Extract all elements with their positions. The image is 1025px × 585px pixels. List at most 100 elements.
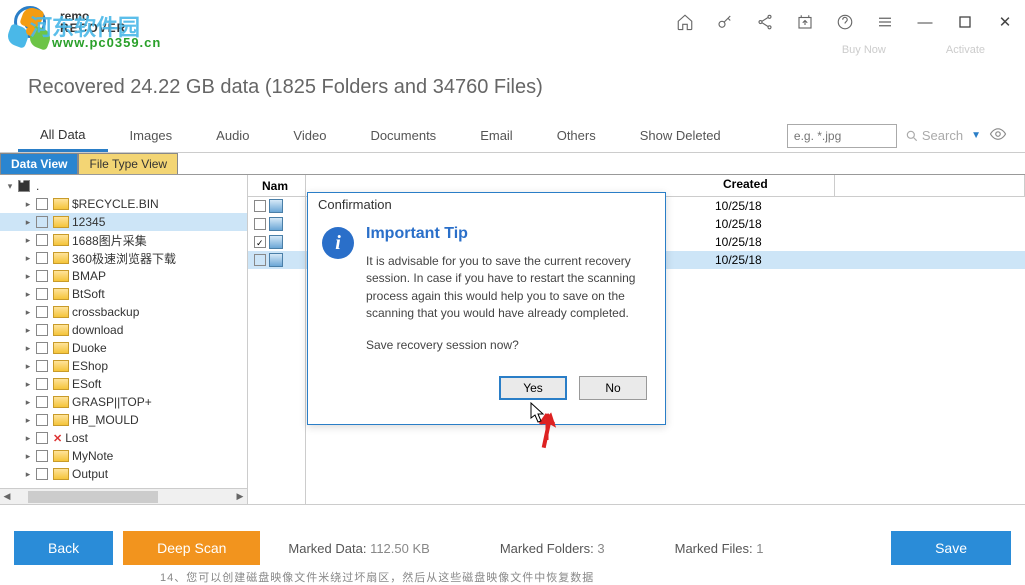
folder-icon — [53, 342, 69, 354]
checkbox-icon[interactable] — [36, 468, 48, 480]
file-icon — [269, 253, 283, 267]
tree-item-label: BtSoft — [72, 287, 105, 301]
update-icon[interactable] — [785, 2, 825, 42]
checkbox-icon[interactable] — [36, 216, 48, 228]
tree-item[interactable]: ▸HB_MOULD — [0, 411, 247, 429]
name-column-header[interactable]: Nam — [248, 175, 305, 197]
tree-item[interactable]: ▸GRASP||TOP+ — [0, 393, 247, 411]
created-column-header[interactable]: Created — [715, 175, 835, 196]
search-label: Search — [922, 128, 963, 143]
tab-images[interactable]: Images — [108, 119, 195, 152]
cursor-icon — [530, 402, 546, 427]
help-icon[interactable] — [825, 2, 865, 42]
folder-icon — [53, 198, 69, 210]
tree-item-label: GRASP||TOP+ — [72, 395, 152, 409]
file-row[interactable] — [248, 215, 305, 233]
search-dropdown-icon[interactable]: ▼ — [971, 130, 981, 141]
checkbox-icon[interactable] — [36, 342, 48, 354]
search-icon — [905, 129, 919, 143]
tree-item[interactable]: ▸EShop — [0, 357, 247, 375]
marked-files-info: Marked Files: 1 — [675, 541, 764, 556]
deep-scan-button[interactable]: Deep Scan — [123, 531, 260, 565]
checkbox-icon[interactable] — [36, 306, 48, 318]
back-button[interactable]: Back — [14, 531, 113, 565]
created-cell: 10/25/18 — [715, 217, 835, 231]
checkbox-icon[interactable] — [36, 324, 48, 336]
tree-item-label: download — [72, 323, 123, 337]
save-button[interactable]: Save — [891, 531, 1011, 565]
tab-documents[interactable]: Documents — [348, 119, 458, 152]
tree-item[interactable]: ▸ESoft — [0, 375, 247, 393]
tree-item[interactable]: ▸1688图片采集 — [0, 231, 247, 249]
tree-item-label: ESoft — [72, 377, 101, 391]
folder-icon — [53, 306, 69, 318]
tab-show-deleted[interactable]: Show Deleted — [618, 119, 743, 152]
tree-hscrollbar[interactable]: ◀▶ — [0, 488, 247, 504]
data-view-tab[interactable]: Data View — [0, 153, 78, 174]
no-button[interactable]: No — [579, 376, 647, 400]
page-footer-text: 14、您可以创建磁盘映像文件米绕过坏扇区，然后从这些磁盘映像文件中恢复数据 — [160, 569, 594, 585]
checkbox-icon[interactable] — [254, 236, 266, 248]
tree-item[interactable]: ▸BtSoft — [0, 285, 247, 303]
checkbox-icon[interactable] — [36, 252, 48, 264]
file-type-view-tab[interactable]: File Type View — [78, 153, 178, 174]
checkbox-icon[interactable] — [18, 180, 30, 192]
dialog-heading: Important Tip — [366, 225, 651, 243]
checkbox-icon[interactable] — [36, 198, 48, 210]
tree-item-label: Duoke — [72, 341, 107, 355]
checkbox-icon[interactable] — [36, 288, 48, 300]
tree-item[interactable]: ▸download — [0, 321, 247, 339]
tree-item-label: $RECYCLE.BIN — [72, 197, 159, 211]
menu-icon[interactable] — [865, 2, 905, 42]
tree-item[interactable]: ▸BMAP — [0, 267, 247, 285]
tab-all-data[interactable]: All Data — [18, 119, 108, 152]
share-icon[interactable] — [745, 2, 785, 42]
search-button[interactable]: Search — [905, 128, 963, 143]
checkbox-icon[interactable] — [36, 360, 48, 372]
tree-item[interactable]: ▸crossbackup — [0, 303, 247, 321]
category-tabs: All Data Images Audio Video Documents Em… — [0, 119, 1025, 153]
checkbox-icon[interactable] — [254, 254, 266, 266]
yes-button[interactable]: Yes — [499, 376, 567, 400]
file-row[interactable] — [248, 233, 305, 251]
tab-video[interactable]: Video — [271, 119, 348, 152]
tab-audio[interactable]: Audio — [194, 119, 271, 152]
file-row[interactable] — [248, 251, 305, 269]
buy-link[interactable]: Buy Now — [842, 44, 886, 62]
file-icon — [269, 217, 283, 231]
tree-item-label: 12345 — [72, 215, 105, 229]
close-button[interactable]: ✕ — [985, 7, 1025, 37]
view-mode-tabs: Data View File Type View — [0, 153, 1025, 175]
tree-item[interactable]: ▸MyNote — [0, 447, 247, 465]
minimize-button[interactable]: — — [905, 7, 945, 37]
tree-item[interactable]: ▸360极速浏览器下载 — [0, 249, 247, 267]
checkbox-icon[interactable] — [254, 218, 266, 230]
folder-icon — [53, 378, 69, 390]
search-input[interactable] — [787, 124, 897, 148]
marked-data-info: Marked Data: 112.50 KB — [288, 541, 429, 556]
tree-item[interactable]: ▸✕Lost — [0, 429, 247, 447]
home-icon[interactable] — [665, 2, 705, 42]
checkbox-icon[interactable] — [36, 414, 48, 426]
tree-item[interactable]: ▸$RECYCLE.BIN — [0, 195, 247, 213]
tree-item[interactable]: ▸Duoke — [0, 339, 247, 357]
activate-link[interactable]: Activate — [946, 44, 985, 62]
checkbox-icon[interactable] — [36, 270, 48, 282]
checkbox-icon[interactable] — [36, 378, 48, 390]
folder-icon — [53, 270, 69, 282]
preview-toggle-icon[interactable] — [989, 125, 1007, 146]
folder-icon — [53, 360, 69, 372]
tab-others[interactable]: Others — [535, 119, 618, 152]
tab-email[interactable]: Email — [458, 119, 535, 152]
checkbox-icon[interactable] — [254, 200, 266, 212]
checkbox-icon[interactable] — [36, 234, 48, 246]
key-icon[interactable] — [705, 2, 745, 42]
maximize-button[interactable] — [945, 7, 985, 37]
file-row[interactable] — [248, 197, 305, 215]
checkbox-icon[interactable] — [36, 432, 48, 444]
tree-item[interactable]: ▸12345 — [0, 213, 247, 231]
tree-root[interactable]: ▾. — [0, 177, 247, 195]
checkbox-icon[interactable] — [36, 396, 48, 408]
tree-item[interactable]: ▸Output — [0, 465, 247, 483]
checkbox-icon[interactable] — [36, 450, 48, 462]
